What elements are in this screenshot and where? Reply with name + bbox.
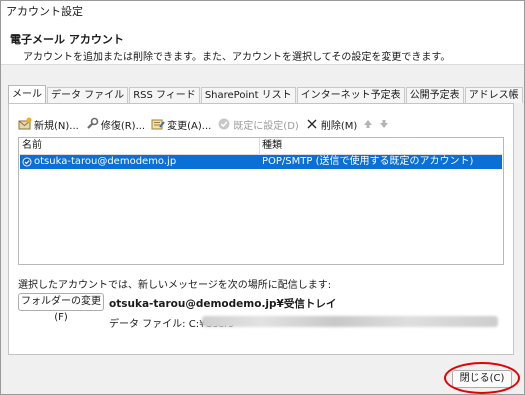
- account-type-cell: POP/SMTP (送信で使用する既定のアカウント): [262, 156, 474, 167]
- header-title: 電子メール アカウント: [10, 33, 124, 46]
- account-toolbar: 新規(N)... 修復(R)... 変更(A)... 既定に設定(D) 削除(M…: [18, 115, 395, 133]
- delete-account-label: 削除(M): [320, 120, 358, 132]
- change-folder-button[interactable]: フォルダーの変更(F): [18, 293, 104, 323]
- repair-account-button[interactable]: 修復(R)...: [85, 115, 145, 133]
- delete-account-button[interactable]: 削除(M): [305, 115, 357, 133]
- delivery-folder-path: otsuka-tarou@demodemo.jp¥受信トレイ: [109, 298, 337, 310]
- change-account-label: 変更(A)...: [167, 120, 212, 132]
- account-row[interactable]: otsuka-tarou@demodemo.jp POP/SMTP (送信で使用…: [20, 155, 502, 169]
- wrench-icon: [85, 117, 99, 131]
- account-list: 名前 種類 otsuka-tarou@demodemo.jp POP/SMTP …: [18, 137, 504, 265]
- tab-rss-feeds[interactable]: RSS フィード: [129, 87, 200, 103]
- close-highlight-circle: [444, 362, 520, 394]
- column-header-name[interactable]: 名前: [22, 138, 42, 154]
- tab-sharepoint-lists[interactable]: SharePoint リスト: [200, 87, 296, 103]
- account-name-cell: otsuka-tarou@demodemo.jp: [34, 156, 177, 167]
- tab-internet-calendars[interactable]: インターネット予定表: [296, 87, 405, 103]
- change-account-button[interactable]: 変更(A)...: [151, 115, 211, 133]
- header-section: 電子メール アカウント アカウントを追加または削除できます。また、アカウントを選…: [1, 23, 524, 65]
- header-description: アカウントを追加または削除できます。また、アカウントを選択してその設定を変更でき…: [23, 52, 451, 63]
- window-title: アカウント設定: [1, 1, 524, 23]
- arrow-down-icon[interactable]: [379, 119, 389, 129]
- account-list-header: 名前 種類: [19, 138, 503, 155]
- delete-x-icon: [305, 117, 319, 131]
- default-account-check-icon: [22, 157, 32, 167]
- tab-mail[interactable]: メール: [8, 85, 46, 103]
- redacted-path: [202, 316, 498, 327]
- column-header-type[interactable]: 種類: [262, 138, 282, 154]
- set-default-button[interactable]: 既定に設定(D): [217, 115, 299, 133]
- set-default-label: 既定に設定(D): [233, 120, 299, 132]
- tab-data-files[interactable]: データ ファイル: [47, 87, 129, 103]
- delivery-label: 選択したアカウントでは、新しいメッセージを次の場所に配信します:: [18, 280, 332, 291]
- new-mail-icon: [18, 117, 32, 131]
- account-settings-window: アカウント設定 電子メール アカウント アカウントを追加または削除できます。また…: [0, 0, 525, 395]
- tab-address-books[interactable]: アドレス帳: [464, 87, 523, 103]
- checkmark-circle-icon: [217, 117, 231, 131]
- column-divider[interactable]: [259, 138, 260, 154]
- change-settings-icon: [151, 117, 165, 131]
- new-account-button[interactable]: 新規(N)...: [18, 115, 79, 133]
- tab-strip: メール データ ファイル RSS フィード SharePoint リスト インタ…: [8, 85, 524, 103]
- repair-account-label: 修復(R)...: [100, 120, 146, 132]
- arrow-up-icon[interactable]: [363, 119, 373, 129]
- tab-published-calendars[interactable]: 公開予定表: [405, 87, 464, 103]
- new-account-label: 新規(N)...: [34, 120, 79, 132]
- mail-tab-panel: 新規(N)... 修復(R)... 変更(A)... 既定に設定(D) 削除(M…: [8, 103, 514, 355]
